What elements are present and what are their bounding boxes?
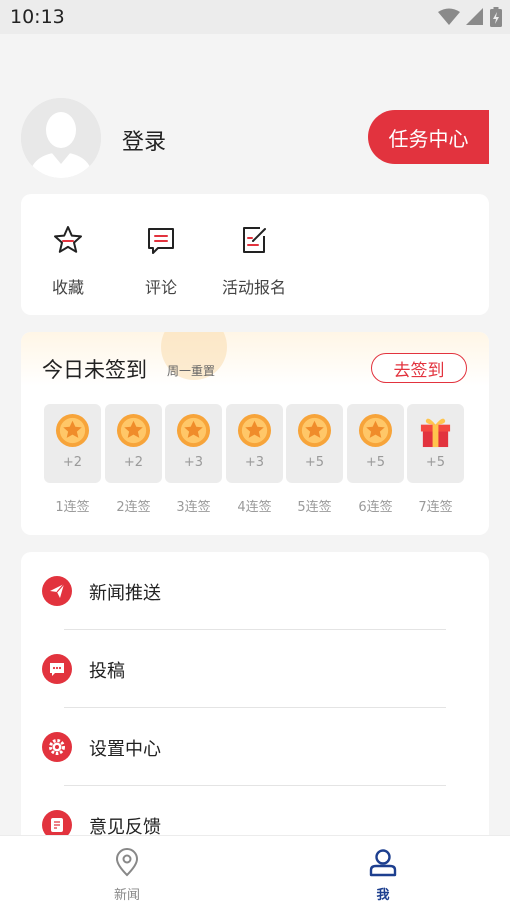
sign-day-points: +5 [304, 455, 325, 470]
default-avatar-icon [21, 98, 101, 178]
location-pin-icon [115, 848, 139, 877]
sign-in-button[interactable]: 去签到 [371, 353, 467, 383]
message-icon [42, 654, 72, 684]
status-time: 10:13 [10, 6, 65, 28]
bottom-nav: 新闻 我 [0, 835, 510, 906]
sign-day-points: +5 [365, 455, 386, 470]
settings-menu-card: 新闻推送 投稿 设置中心 意见反馈 [21, 552, 489, 852]
sign-day-label: 6连签 [358, 500, 393, 515]
gift-icon [420, 418, 451, 448]
tab-me-label: 我 [376, 888, 390, 903]
coin-icon [237, 413, 272, 448]
menu-item-settings[interactable]: 设置中心 [21, 708, 489, 786]
sign-day-label: 4连签 [237, 500, 272, 515]
user-icon [369, 849, 397, 877]
event-signup-label: 活动报名 [221, 278, 286, 297]
coin-icon [176, 413, 211, 448]
menu-item-label: 投稿 [89, 661, 125, 682]
sign-day-5: +5 [286, 404, 343, 483]
comments-label: 评论 [144, 278, 177, 297]
tab-news[interactable]: 新闻 [82, 848, 172, 903]
menu-item-news-push[interactable]: 新闻推送 [21, 552, 489, 630]
sign-day-label: 7连签 [418, 500, 453, 515]
menu-item-label: 设置中心 [89, 739, 161, 760]
comments-button[interactable]: 评论 [116, 224, 206, 298]
task-center-button[interactable]: 任务中心 [368, 110, 489, 164]
sign-day-points: +3 [244, 455, 265, 470]
signup-form-icon [243, 227, 266, 253]
favorites-label: 收藏 [51, 278, 84, 297]
sign-day-2: +2 [105, 404, 162, 483]
sign-in-card: 今日未签到 周一重置 去签到 +2 +2 +3 +3 +5 +5 +5 1连签 … [21, 332, 489, 535]
sign-day-1: +2 [44, 404, 101, 483]
sign-day-points: +2 [62, 455, 83, 470]
sign-day-4: +3 [226, 404, 283, 483]
star-icon [54, 226, 82, 253]
sign-day-label: 3连签 [176, 500, 211, 515]
menu-item-submission[interactable]: 投稿 [21, 630, 489, 708]
battery-icon [490, 7, 502, 27]
sign-day-label: 2连签 [116, 500, 151, 515]
tab-news-label: 新闻 [113, 888, 140, 903]
sign-day-6: +5 [347, 404, 404, 483]
coin-icon [55, 413, 90, 448]
login-link[interactable]: 登录 [122, 124, 166, 156]
avatar[interactable] [21, 98, 101, 178]
status-bar: 10:13 [0, 0, 510, 34]
menu-item-label: 新闻推送 [89, 583, 161, 604]
paper-plane-icon [42, 576, 72, 606]
sign-day-points: +3 [183, 455, 204, 470]
coin-icon [358, 413, 393, 448]
wifi-icon [438, 8, 460, 25]
signal-icon [466, 8, 483, 25]
favorites-button[interactable]: 收藏 [23, 224, 113, 298]
gear-icon [42, 732, 72, 762]
sign-day-label: 5连签 [297, 500, 332, 515]
quick-actions-card: 收藏 评论 活动报名 [21, 194, 489, 315]
event-signup-button[interactable]: 活动报名 [209, 224, 299, 298]
status-icons [438, 7, 502, 27]
tab-me[interactable]: 我 [338, 848, 428, 903]
sign-day-7: +5 [407, 404, 464, 483]
sign-day-label: 1连签 [55, 500, 90, 515]
comment-icon [148, 228, 174, 254]
sign-day-points: +2 [123, 455, 144, 470]
coin-icon [116, 413, 151, 448]
sign-in-reset-note: 周一重置 [167, 364, 216, 378]
sign-in-status: 今日未签到 [42, 358, 147, 382]
sign-day-points: +5 [425, 455, 446, 470]
sign-day-3: +3 [165, 404, 222, 483]
coin-icon [297, 413, 332, 448]
